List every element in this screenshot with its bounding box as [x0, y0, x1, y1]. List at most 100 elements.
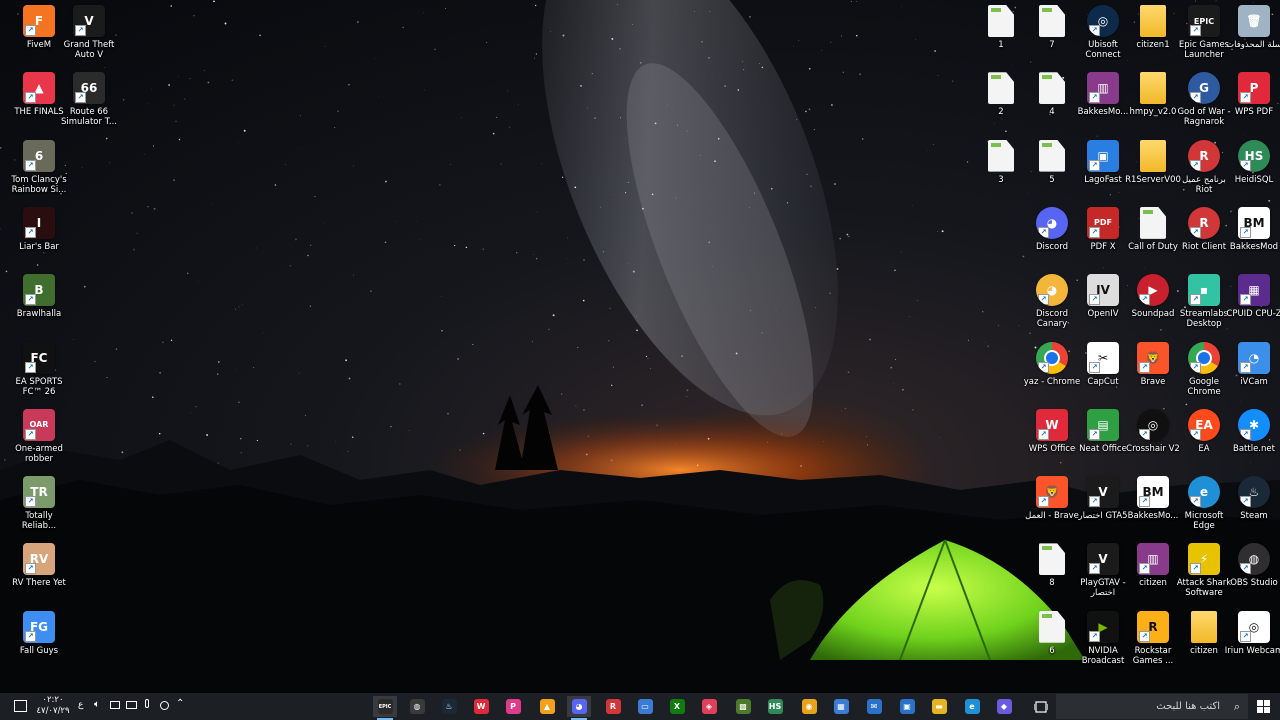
- desktop-icon-streamlabs-desktop[interactable]: ▪ ↗ Streamlabs Desktop: [1178, 274, 1230, 329]
- desktop-icon-rv-there-yet[interactable]: RV ↗ RV There Yet: [12, 543, 66, 588]
- desktop-icon-item[interactable]: 🗑 سلة المحذوفات: [1226, 5, 1280, 50]
- taskbar-app-finals[interactable]: ▲: [535, 696, 559, 717]
- desktop-icon-fall-guys[interactable]: FG ↗ Fall Guys: [13, 610, 65, 656]
- desktop-icon-7[interactable]: 7: [1026, 5, 1078, 50]
- desktop-icon-route-66-simulator-t[interactable]: 66 ↗ Route 66 Simulator T...: [61, 72, 117, 127]
- language-indicator[interactable]: ع: [78, 700, 83, 710]
- desktop-icon-1[interactable]: 1: [975, 5, 1027, 50]
- taskbar-app-minecraft[interactable]: ▩: [731, 696, 755, 717]
- notification-icon[interactable]: [14, 700, 27, 712]
- desktop-icon-ea-sports-fc-26[interactable]: FC ↗ EA SPORTS FC™ 26: [13, 341, 65, 397]
- desktop-icon-epic-games-launcher[interactable]: EPIC ↗ Epic Games Launcher: [1178, 5, 1230, 60]
- desktop-icon-god-of-war-ragnarok[interactable]: G ↗ God of War - Ragnarok: [1177, 72, 1231, 127]
- desktop-icon-bakkesmo[interactable]: BM ↗ BakkesMo...: [1127, 476, 1179, 521]
- desktop-icon-ea[interactable]: EA ↗ EA: [1178, 408, 1230, 454]
- taskbar-app-chrome[interactable]: ◉: [797, 696, 821, 717]
- desktop-icon-google-chrome[interactable]: ↗ Google Chrome: [1178, 341, 1230, 397]
- desktop-icon-cpuid-cpu-z[interactable]: ▦ ↗ CPUID CPU-Z: [1226, 274, 1280, 319]
- desktop-icon-discord[interactable]: ◕ ↗ Discord: [1026, 206, 1078, 252]
- microphone-icon[interactable]: [145, 699, 149, 708]
- desktop-icon-brave[interactable]: 🦁 ↗ العمل - Brave: [1025, 476, 1079, 521]
- desktop-icon-4[interactable]: 4: [1026, 72, 1078, 117]
- desktop-icon-crosshair-v2[interactable]: ◎ ↗ Crosshair V2: [1126, 408, 1180, 454]
- desktop-icon-wps-office[interactable]: W ↗ WPS Office: [1026, 408, 1078, 454]
- desktop-icon-fivem[interactable]: F ↗ FiveM: [13, 5, 65, 50]
- desktop-icon-r1serverv00[interactable]: R1ServerV00: [1125, 139, 1181, 185]
- desktop-icon-capcut[interactable]: ✂ ↗ CapCut: [1077, 341, 1129, 387]
- desktop-icon-3[interactable]: 3: [975, 139, 1027, 185]
- desktop-icon-liar-s-bar[interactable]: I ↗ Liar's Bar: [13, 206, 65, 252]
- desktop-icon-gta5[interactable]: V ↗ اختصار GTA5: [1077, 476, 1129, 521]
- shortcut-arrow-icon: ↗: [25, 159, 36, 171]
- desktop-icon-wps-pdf[interactable]: P ↗ WPS PDF: [1228, 72, 1280, 117]
- taskbar-app-discord[interactable]: ◕: [567, 696, 591, 720]
- taskbar-app-riot[interactable]: R: [601, 696, 625, 717]
- desktop-icon-call-of-duty[interactable]: Call of Duty: [1127, 206, 1179, 252]
- desktop-icon-nvidia-broadcast[interactable]: ▶ ↗ NVIDIA Broadcast: [1077, 610, 1129, 666]
- desktop-icon-rockstar-games[interactable]: R ↗ Rockstar Games ...: [1127, 610, 1179, 666]
- desktop-icon-brawlhalla[interactable]: B ↗ Brawlhalla: [13, 274, 65, 319]
- taskbar-app-wps[interactable]: W: [469, 696, 493, 717]
- desktop-icon-ubisoft-connect[interactable]: ◎ ↗ Ubisoft Connect: [1077, 5, 1129, 60]
- desktop-icon-steam[interactable]: ♨ ↗ Steam: [1228, 476, 1280, 521]
- desktop-icon-playgtav[interactable]: V ↗ PlayGTAV - اختصار: [1077, 543, 1129, 598]
- taskbar-app-heidisql[interactable]: HS: [763, 696, 787, 717]
- desktop-icon-one-armed-robber[interactable]: OAR ↗ One-armed robber: [13, 408, 65, 464]
- desktop-icon-8[interactable]: 8: [1026, 543, 1078, 588]
- desktop-icon-citizen[interactable]: ▥ ↗ citizen: [1127, 543, 1179, 588]
- desktop-icon-microsoft-edge[interactable]: e ↗ Microsoft Edge: [1178, 476, 1230, 531]
- desktop-icon-pdf-x[interactable]: PDF ↗ PDF X: [1077, 206, 1129, 252]
- taskbar-app-xbox[interactable]: X: [665, 696, 689, 717]
- desktop-icon-iriun-webcam[interactable]: ◎ ↗ Iriun Webcam: [1225, 610, 1280, 656]
- taskbar-app-edge[interactable]: e: [960, 696, 984, 717]
- search-box[interactable]: اكتب هنا للبحث ⌕: [1056, 694, 1248, 719]
- desktop-icon-citizen[interactable]: citizen: [1178, 610, 1230, 656]
- desktop-icon-riot[interactable]: R ↗ برنامج عميل Riot: [1178, 139, 1230, 195]
- desktop-icon-totally-reliab[interactable]: TR ↗ Totally Reliab...: [13, 476, 65, 531]
- taskbar-app-obs[interactable]: ◍: [405, 696, 429, 717]
- start-button[interactable]: [1250, 693, 1276, 720]
- taskbar-app-outlook[interactable]: ✉: [862, 696, 886, 717]
- desktop-icon-5[interactable]: 5: [1026, 139, 1078, 185]
- desktop-icon-hmpy-v2-0[interactable]: hmpy_v2.0: [1127, 72, 1179, 117]
- clock[interactable]: ٠٢:٢٠ ٤٧/٠٧/٢٩: [36, 695, 70, 717]
- desktop-icon-heidisql[interactable]: HS ↗ HeidiSQL: [1228, 139, 1280, 185]
- desktop-icon-openiv[interactable]: IV ↗ OpenIV: [1077, 274, 1129, 319]
- taskbar-app-epic[interactable]: EPIC: [373, 696, 397, 720]
- desktop-icon-bakkesmo[interactable]: ▥ ↗ BakkesMo...: [1077, 72, 1129, 117]
- display-icon[interactable]: [126, 701, 137, 709]
- desktop-icon-2[interactable]: 2: [975, 72, 1027, 117]
- desktop-icon-riot-client[interactable]: R ↗ Riot Client: [1178, 206, 1230, 252]
- network-icon[interactable]: [110, 701, 120, 709]
- record-icon[interactable]: [160, 701, 169, 710]
- taskbar-app-task-view[interactable]: ▭: [633, 696, 657, 717]
- taskbar-app-ms-store[interactable]: ▦: [829, 696, 853, 717]
- desktop-icon-tom-clancy-s-rainbow-si[interactable]: 6 ↗ Tom Clancy's Rainbow Si...: [11, 139, 67, 195]
- desktop-icon-yaz-chrome[interactable]: ↗ yaz - Chrome: [1024, 341, 1080, 387]
- desktop-icon-battle-net[interactable]: ✱ ↗ Battle.net: [1228, 408, 1280, 454]
- desktop-icon-6[interactable]: 6: [1026, 610, 1078, 656]
- taskbar-app-wps-pdf[interactable]: P: [501, 696, 525, 717]
- desktop-icon-neat-office[interactable]: ▤ ↗ Neat Office: [1077, 408, 1129, 454]
- desktop-icon-grand-theft-auto-v[interactable]: V ↗ Grand Theft Auto V: [63, 5, 115, 60]
- desktop-icon-the-finals[interactable]: ▲ ↗ THE FINALS: [13, 72, 65, 117]
- desktop-icon-obs-studio[interactable]: ◍ ↗ OBS Studio: [1228, 543, 1280, 588]
- desktop-icon-ivcam[interactable]: ◔ ↗ iVCam: [1228, 341, 1280, 387]
- desktop-icon-attack-shark-software[interactable]: ⚡ ↗ Attack Shark Software: [1177, 543, 1231, 598]
- volume-icon[interactable]: 🔈︎: [94, 699, 100, 710]
- taskbar-app-app-window[interactable]: ▣: [895, 696, 919, 717]
- desktop-icon-bakkesmod[interactable]: BM ↗ BakkesMod: [1228, 206, 1280, 252]
- desktop-icon-brave[interactable]: 🦁 ↗ Brave: [1127, 341, 1179, 387]
- task-view-button[interactable]: [1030, 693, 1052, 720]
- taskbar-app-store-game[interactable]: ◈: [697, 696, 721, 717]
- file-icon: [988, 5, 1014, 37]
- desktop-icon-soundpad[interactable]: ▶ ↗ Soundpad: [1127, 274, 1179, 319]
- desktop-icon-citizen1[interactable]: citizen1: [1127, 5, 1179, 50]
- file-icon: [988, 72, 1014, 105]
- desktop-icon-lagofast[interactable]: ▣ ↗ LagoFast: [1077, 139, 1129, 185]
- desktop-icon-discord-canary[interactable]: ◕ ↗ Discord Canary: [1026, 274, 1078, 329]
- taskbar-app-copilot[interactable]: ◆: [992, 696, 1016, 717]
- taskbar-app-steam[interactable]: ♨: [437, 696, 461, 717]
- taskbar-app-file-explorer[interactable]: ▬: [927, 696, 951, 717]
- show-hidden-icons-chevron-icon[interactable]: ⌃: [176, 698, 184, 709]
